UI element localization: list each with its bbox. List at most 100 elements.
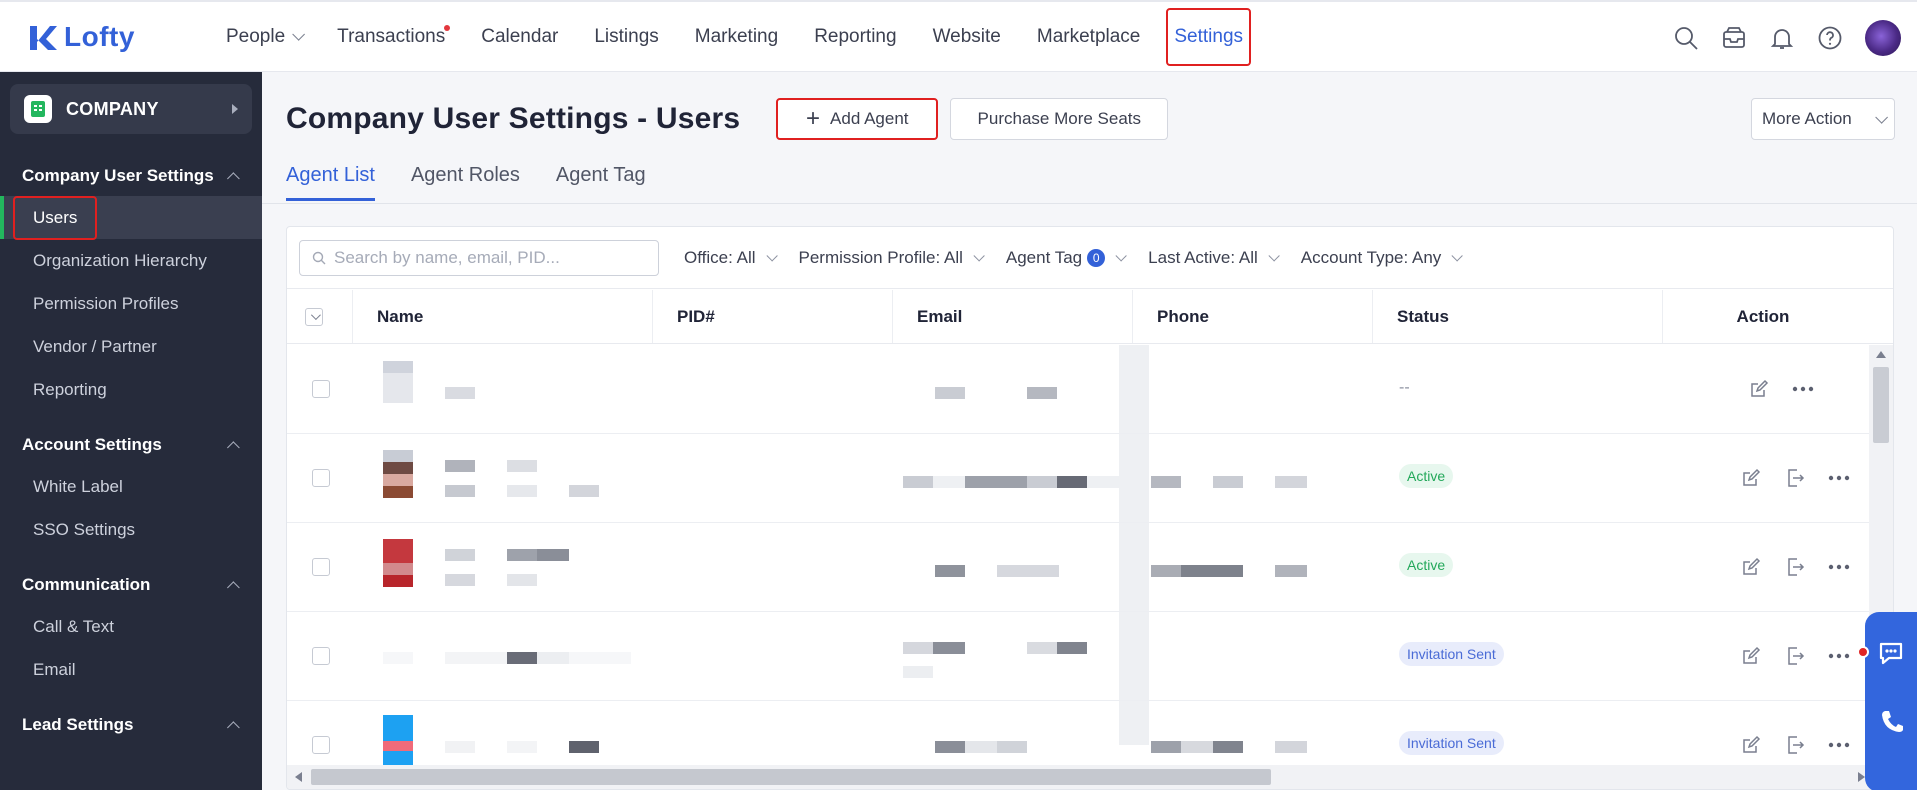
scroll-left-arrow-icon[interactable] [295,772,302,782]
column-phone[interactable]: Phone [1133,290,1373,343]
section-lead-settings[interactable]: Lead Settings [0,705,262,745]
export-icon[interactable] [1783,733,1807,757]
sidebar-item-permission-profiles[interactable]: Permission Profiles [0,282,262,325]
add-agent-button[interactable]: + Add Agent [776,98,939,140]
redacted-avatar [383,373,413,403]
edit-icon[interactable] [1739,555,1763,579]
tab-bar: Agent List Agent Roles Agent Tag [286,164,646,201]
nav-marketing[interactable]: Marketing [677,8,796,66]
table-row[interactable]: Invitation Sent [287,612,1893,701]
more-options-icon[interactable] [1791,377,1815,401]
edit-icon[interactable] [1739,733,1763,757]
horizontal-scrollbar[interactable] [287,765,1893,789]
scroll-right-arrow-icon[interactable] [1858,772,1865,782]
sidebar-item-reporting[interactable]: Reporting [0,368,262,411]
column-pid[interactable]: PID# [653,290,893,343]
agent-tag-filter[interactable]: Agent Tag 0 [1006,248,1127,268]
scrollbar-thumb[interactable] [1873,367,1889,443]
sidebar-item-organization-hierarchy[interactable]: Organization Hierarchy [0,239,262,282]
more-options-icon[interactable] [1827,555,1851,579]
chevron-down-icon [1451,249,1464,262]
table-row[interactable]: Active [287,434,1893,523]
button-label: More Action [1762,109,1852,128]
scrollbar-thumb[interactable] [311,769,1271,785]
chevron-up-icon [227,440,240,454]
row-actions [1739,555,1851,579]
edit-icon[interactable] [1739,644,1763,668]
tab-agent-tag[interactable]: Agent Tag [556,164,646,201]
nav-label: People [226,25,286,47]
search-icon [312,251,326,264]
redacted-avatar [383,474,413,486]
column-status[interactable]: Status [1373,290,1663,343]
tab-agent-roles[interactable]: Agent Roles [411,164,520,201]
nav-label: Listings [594,25,659,47]
redacted-avatar [383,652,413,664]
filter-label: Account Type: Any [1300,247,1442,267]
select-all-checkbox[interactable] [305,307,323,326]
search-icon[interactable] [1673,25,1699,51]
sidebar-item-sso-settings[interactable]: SSO Settings [0,508,262,551]
nav-calendar[interactable]: Calendar [463,8,576,66]
scroll-up-arrow-icon[interactable] [1876,351,1886,358]
sidebar-item-white-label[interactable]: White Label [0,465,262,508]
redacted-text [445,460,475,472]
row-checkbox[interactable] [312,380,330,398]
export-icon[interactable] [1783,466,1807,490]
more-options-icon[interactable] [1827,466,1851,490]
permission-profile-filter[interactable]: Permission Profile: All [799,248,985,268]
table-row[interactable]: -- [287,345,1893,434]
notification-dot [1857,646,1869,658]
sidebar-item-users[interactable]: Users [0,195,262,240]
purchase-more-seats-button[interactable]: Purchase More Seats [950,98,1169,140]
sidebar-item-label: Users [13,195,98,240]
more-action-dropdown[interactable]: More Action [1751,98,1895,140]
filter-label: Last Active: All [1148,247,1258,267]
last-active-filter[interactable]: Last Active: All [1148,247,1280,268]
row-checkbox[interactable] [312,469,330,487]
office-filter[interactable]: Office: All [684,248,778,268]
export-icon[interactable] [1783,555,1807,579]
export-icon[interactable] [1783,644,1807,668]
column-name[interactable]: Name [353,290,653,343]
search-input[interactable] [334,247,634,268]
edit-icon[interactable] [1747,377,1771,401]
sidebar-item-call-text[interactable]: Call & Text [0,605,262,648]
edit-icon[interactable] [1739,466,1763,490]
phone-icon[interactable] [1879,708,1905,734]
nav-marketplace[interactable]: Marketplace [1019,8,1159,66]
lofty-logo-icon [30,25,57,50]
account-type-filter[interactable]: Account Type: Any [1300,247,1464,268]
tab-agent-list[interactable]: Agent List [286,164,375,201]
sidebar-item-email[interactable]: Email [0,648,262,691]
section-account-settings[interactable]: Account Settings [0,425,262,465]
lofty-logo[interactable]: Lofty [28,21,178,53]
user-avatar[interactable] [1865,20,1901,56]
section-communication[interactable]: Communication [0,565,262,605]
nav-transactions[interactable]: Transactions [319,8,463,66]
bell-icon[interactable] [1769,25,1795,51]
help-icon[interactable] [1817,25,1843,51]
row-checkbox[interactable] [312,558,330,576]
nav-reporting[interactable]: Reporting [796,8,914,66]
table-header: Name PID# Email Phone Status Action [287,290,1893,344]
row-checkbox[interactable] [312,736,330,754]
sidebar: COMPANY Company User Settings Users Orga… [0,72,262,790]
section-company-user-settings[interactable]: Company User Settings [0,156,262,196]
redacted-text [507,574,537,586]
row-checkbox[interactable] [312,647,330,665]
filter-bar: Office: All Permission Profile: All Agen… [287,227,1893,289]
chevron-up-icon [227,580,240,594]
company-switcher[interactable]: COMPANY [10,84,252,134]
chat-icon[interactable] [1877,640,1905,666]
nav-settings[interactable]: Settings [1166,7,1252,66]
more-options-icon[interactable] [1827,644,1851,668]
nav-listings[interactable]: Listings [576,8,676,66]
table-row[interactable]: Active [287,523,1893,612]
nav-people[interactable]: People [208,8,319,66]
sidebar-item-vendor-partner[interactable]: Vendor / Partner [0,325,262,368]
column-email[interactable]: Email [893,290,1133,343]
inbox-icon[interactable] [1721,25,1747,51]
nav-website[interactable]: Website [915,8,1019,66]
more-options-icon[interactable] [1827,733,1851,757]
